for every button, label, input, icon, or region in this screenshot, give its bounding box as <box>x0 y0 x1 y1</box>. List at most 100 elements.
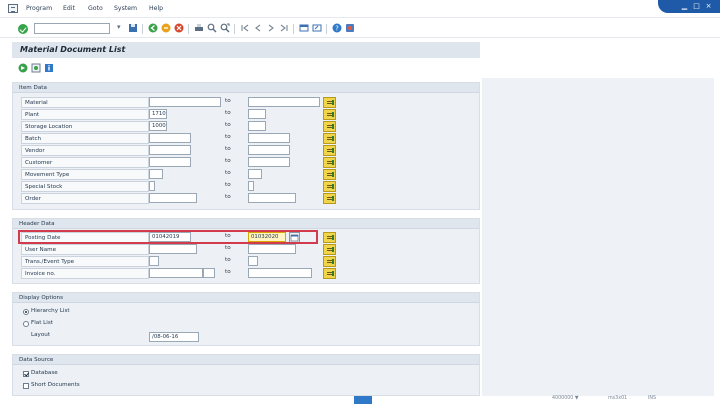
first-page-icon[interactable] <box>240 23 250 33</box>
batch-from-input[interactable] <box>149 133 191 143</box>
close-icon[interactable]: × <box>704 2 713 11</box>
invoice-no-label: Invoice no. <box>21 268 149 279</box>
multiple-selection-icon[interactable] <box>323 133 336 144</box>
database-option[interactable]: Database <box>13 370 479 382</box>
layout-label: Layout <box>31 332 51 338</box>
trans-event-type-from-input[interactable] <box>149 256 159 266</box>
multiple-selection-icon[interactable] <box>323 193 336 204</box>
multiple-selection-icon[interactable] <box>323 268 336 279</box>
plant-from-input[interactable]: 1710 <box>149 109 167 119</box>
command-field[interactable] <box>34 23 110 34</box>
database-checkbox[interactable] <box>23 371 29 377</box>
help-icon[interactable]: ? <box>332 23 342 33</box>
menu-system[interactable]: System <box>114 5 137 12</box>
variant-icon[interactable] <box>31 63 41 73</box>
print-icon[interactable] <box>194 23 204 33</box>
storage-location-row: Storage Location 1000 to <box>13 121 479 133</box>
material-to-input[interactable] <box>248 97 320 107</box>
invoice-no-from-input[interactable] <box>149 268 203 278</box>
cancel-icon[interactable] <box>174 23 184 33</box>
order-to-input[interactable] <box>248 193 296 203</box>
special-stock-to-input[interactable] <box>248 181 254 191</box>
back-icon[interactable] <box>148 23 158 33</box>
customer-from-input[interactable] <box>149 157 191 167</box>
multiple-selection-icon[interactable] <box>323 256 336 267</box>
status-mode[interactable]: INS <box>648 396 656 401</box>
layout-input[interactable]: /08-06-16 <box>149 332 199 342</box>
storage-location-from-input[interactable]: 1000 <box>149 121 167 131</box>
vendor-to-input[interactable] <box>248 145 290 155</box>
plant-to-input[interactable] <box>248 109 266 119</box>
multiple-selection-icon[interactable] <box>323 232 336 243</box>
to-label: to <box>225 170 231 176</box>
menu-goto[interactable]: Goto <box>88 5 103 12</box>
menu-program[interactable]: Program <box>26 5 52 12</box>
exit-icon[interactable] <box>161 23 171 33</box>
order-from-input[interactable] <box>149 193 197 203</box>
invoice-year-from-input[interactable] <box>203 268 215 278</box>
application-toolbar <box>12 60 480 76</box>
multiple-selection-icon[interactable] <box>323 145 336 156</box>
batch-to-input[interactable] <box>248 133 290 143</box>
multiple-selection-icon[interactable] <box>323 157 336 168</box>
next-page-icon[interactable] <box>266 23 276 33</box>
shortcut-icon[interactable] <box>312 23 322 33</box>
hierarchy-list-radio[interactable] <box>23 309 29 315</box>
new-session-icon[interactable] <box>299 23 309 33</box>
menu-help[interactable]: Help <box>149 5 163 12</box>
plant-label: Plant <box>21 109 149 120</box>
trans-event-type-to-input[interactable] <box>248 256 258 266</box>
multiple-selection-icon[interactable] <box>323 244 336 255</box>
batch-row: Batch to <box>13 133 479 145</box>
short-documents-checkbox[interactable] <box>23 383 29 389</box>
invoice-no-to-input[interactable] <box>248 268 312 278</box>
short-documents-option[interactable]: Short Documents <box>13 382 479 394</box>
toolbar-separator <box>293 24 294 34</box>
right-panel <box>482 78 714 396</box>
hierarchy-list-option[interactable]: Hierarchy List <box>13 308 479 320</box>
storage-location-to-input[interactable] <box>248 121 266 131</box>
customer-to-input[interactable] <box>248 157 290 167</box>
prev-page-icon[interactable] <box>253 23 263 33</box>
material-from-input[interactable] <box>149 97 221 107</box>
movement-type-from-input[interactable] <box>149 169 163 179</box>
flat-list-radio[interactable] <box>23 321 29 327</box>
save-icon[interactable] <box>128 23 138 33</box>
plant-row: Plant 1710 to <box>13 109 479 121</box>
movement-type-to-input[interactable] <box>248 169 262 179</box>
order-label: Order <box>21 193 149 204</box>
multiple-selection-icon[interactable] <box>323 109 336 120</box>
info-icon[interactable] <box>44 63 54 73</box>
menu-edit[interactable]: Edit <box>63 5 75 12</box>
maximize-icon[interactable]: □ <box>692 2 701 11</box>
display-options-section: Display Options Hierarchy List Flat List… <box>12 292 480 346</box>
enter-icon[interactable] <box>18 24 28 34</box>
menu-icon[interactable] <box>8 4 18 13</box>
multiple-selection-icon[interactable] <box>323 181 336 192</box>
customize-icon[interactable] <box>345 23 355 33</box>
flat-list-option[interactable]: Flat List <box>13 320 479 332</box>
multiple-selection-icon[interactable] <box>323 121 336 132</box>
multiple-selection-icon[interactable] <box>323 169 336 180</box>
user-name-to-input[interactable] <box>248 244 296 254</box>
status-system[interactable]: 4000000 ▼ <box>552 396 579 401</box>
flat-list-label: Flat List <box>31 320 53 326</box>
vendor-from-input[interactable] <box>149 145 191 155</box>
display-options-title: Display Options <box>13 293 479 303</box>
multiple-selection-icon[interactable] <box>323 97 336 108</box>
vendor-row: Vendor to <box>13 145 479 157</box>
to-label: to <box>225 98 231 104</box>
minimize-icon[interactable]: ▁ <box>680 2 689 11</box>
to-label: to <box>225 182 231 188</box>
material-label: Material <box>21 97 149 108</box>
special-stock-from-input[interactable] <box>149 181 155 191</box>
user-name-from-input[interactable] <box>149 244 197 254</box>
last-page-icon[interactable] <box>279 23 289 33</box>
find-next-icon[interactable] <box>220 23 230 33</box>
header-data-section: Header Data Posting Date 01042019 to 010… <box>12 218 480 284</box>
sap-window: Program Edit Goto System Help ▁ □ × ▾ ? <box>0 0 720 404</box>
find-icon[interactable] <box>207 23 217 33</box>
command-dropdown-icon[interactable]: ▾ <box>117 23 121 31</box>
execute-icon[interactable] <box>18 63 28 73</box>
order-row: Order to <box>13 193 479 205</box>
